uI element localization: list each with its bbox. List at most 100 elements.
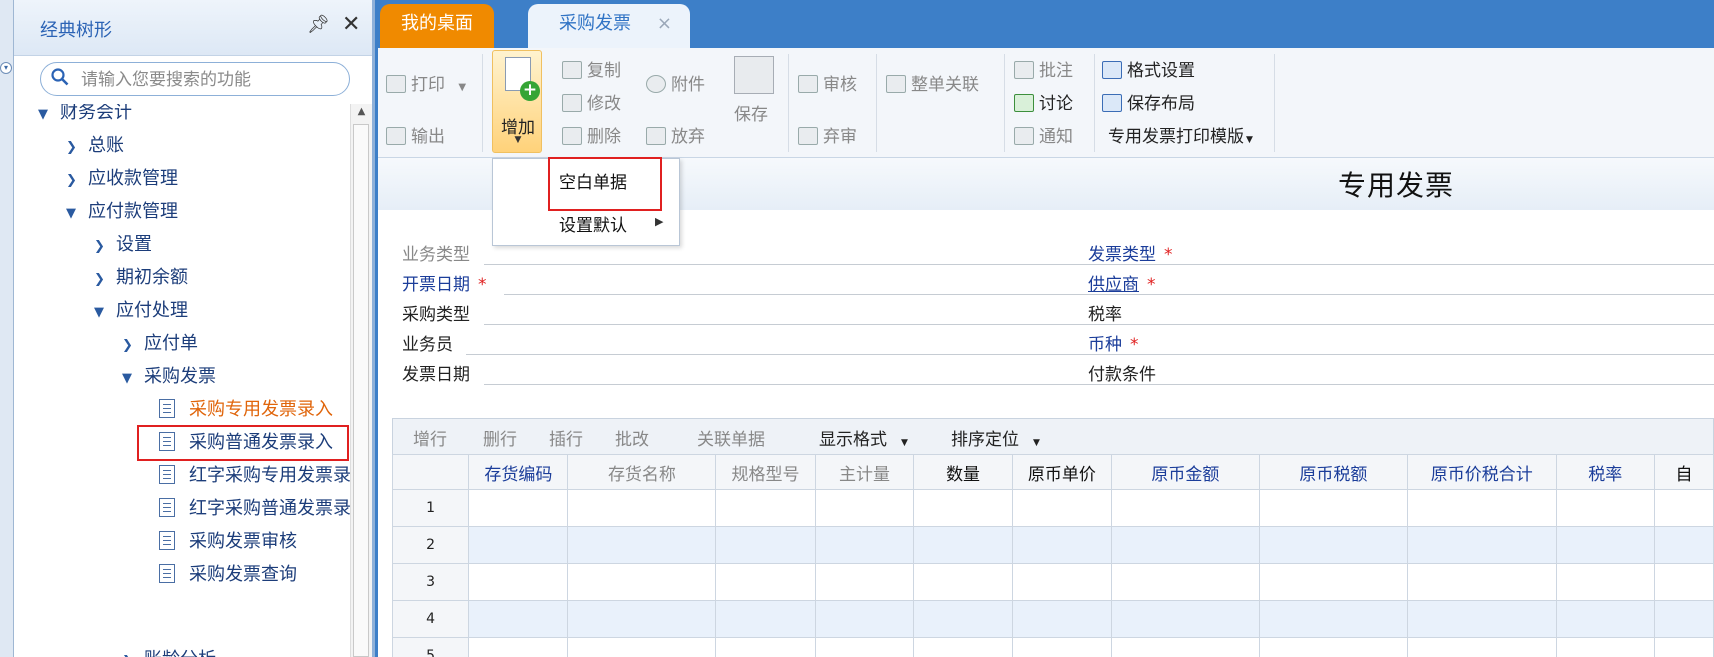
col-header-item-code[interactable]: 存货编码	[468, 454, 569, 490]
search-input[interactable]	[81, 68, 341, 92]
add-button[interactable]: + 增加 ▼	[492, 50, 542, 153]
table-cell[interactable]	[1258, 600, 1408, 638]
table-cell[interactable]	[567, 526, 717, 564]
copy-button[interactable]: 复制	[562, 56, 621, 81]
table-cell[interactable]	[1258, 526, 1408, 564]
table-cell[interactable]	[1110, 637, 1260, 657]
format-settings-button[interactable]: 格式设置	[1102, 56, 1195, 81]
print-template-select[interactable]: 专用发票打印模版 ▼	[1108, 122, 1253, 147]
col-header-item-name[interactable]: 存货名称	[567, 454, 717, 490]
table-cell[interactable]	[1406, 526, 1557, 564]
annotate-button[interactable]: 批注	[1014, 56, 1073, 81]
unaudit-button[interactable]: 弃审	[798, 122, 857, 147]
table-cell[interactable]	[913, 563, 1013, 601]
table-cell[interactable]	[715, 637, 816, 657]
sidebar-scrollbar[interactable]: ▲	[350, 104, 372, 657]
col-header-unit-price[interactable]: 原币单价	[1011, 454, 1112, 490]
print-button[interactable]: 打印 ▼	[386, 70, 466, 95]
table-cell[interactable]	[1011, 526, 1112, 564]
table-row[interactable]: 5	[391, 637, 1714, 657]
table-cell[interactable]	[1258, 637, 1408, 657]
tree-node-settings[interactable]: ❯ 设置	[94, 230, 152, 260]
table-cell[interactable]	[468, 600, 569, 638]
table-cell[interactable]	[814, 600, 915, 638]
table-cell[interactable]	[1110, 563, 1260, 601]
table-cell[interactable]	[1555, 600, 1655, 638]
table-cell[interactable]	[1653, 563, 1714, 601]
display-format-select[interactable]: 显示格式 ▼	[819, 425, 908, 450]
tree-node-receivables[interactable]: ❯ 应收款管理	[66, 164, 178, 194]
payment-terms-input[interactable]	[1170, 384, 1714, 385]
table-cell[interactable]	[468, 637, 569, 657]
tree-node-payable-processing[interactable]: ▼ 应付处理	[94, 296, 188, 326]
sort-locate-select[interactable]: 排序定位 ▼	[951, 425, 1040, 450]
attachment-button[interactable]: 附件	[646, 70, 705, 95]
tree-node-payables[interactable]: ▼ 应付款管理	[66, 197, 178, 227]
batch-modify-button[interactable]: 批改	[615, 425, 649, 450]
tree-leaf-red-special-invoice[interactable]: 红字采购专用发票录	[159, 461, 350, 491]
table-cell[interactable]	[1258, 563, 1408, 601]
col-header-more[interactable]: 自	[1653, 454, 1714, 490]
col-header-spec[interactable]: 规格型号	[715, 454, 816, 490]
table-row[interactable]: 3	[391, 563, 1714, 601]
col-header-unit[interactable]: 主计量	[814, 454, 915, 490]
table-cell[interactable]	[1406, 600, 1557, 638]
table-row[interactable]: 4	[391, 600, 1714, 638]
supplier-input[interactable]	[1174, 294, 1714, 295]
table-cell[interactable]	[1011, 637, 1112, 657]
table-cell[interactable]	[1653, 637, 1714, 657]
save-button[interactable]: 保存	[734, 100, 768, 125]
table-cell[interactable]	[913, 637, 1013, 657]
table-cell[interactable]	[1258, 489, 1408, 527]
table-cell[interactable]	[1653, 600, 1714, 638]
linked-bill-button[interactable]: 关联单据	[697, 425, 765, 450]
table-cell[interactable]	[1406, 637, 1557, 657]
invoice-type-input[interactable]	[1192, 264, 1714, 265]
table-cell[interactable]	[1555, 637, 1655, 657]
table-cell[interactable]	[715, 489, 816, 527]
table-cell[interactable]	[1011, 600, 1112, 638]
scroll-thumb[interactable]	[353, 124, 369, 657]
export-button[interactable]: 输出	[386, 122, 445, 147]
table-cell[interactable]	[715, 526, 816, 564]
delete-row-button[interactable]: 删行	[483, 425, 517, 450]
table-cell[interactable]	[468, 526, 569, 564]
table-cell[interactable]	[814, 526, 915, 564]
table-cell[interactable]	[567, 637, 717, 657]
table-cell[interactable]	[814, 489, 915, 527]
col-header-tax-rate[interactable]: 税率	[1555, 454, 1655, 490]
tree-node-payable-bill[interactable]: ❯ 应付单	[122, 329, 198, 359]
notify-button[interactable]: 通知	[1014, 122, 1073, 147]
table-cell[interactable]	[468, 489, 569, 527]
table-cell[interactable]	[567, 563, 717, 601]
tab-my-desktop[interactable]: 我的桌面	[380, 4, 494, 48]
table-cell[interactable]	[1653, 526, 1714, 564]
abandon-button[interactable]: 放弃	[646, 122, 705, 147]
collapse-sidebar-icon[interactable]: ▾	[0, 62, 12, 74]
table-row[interactable]: 1	[391, 489, 1714, 527]
table-cell[interactable]	[1110, 526, 1260, 564]
table-cell[interactable]	[1406, 563, 1557, 601]
tree-leaf-invoice-audit[interactable]: 采购发票审核	[159, 527, 297, 557]
link-whole-bill-button[interactable]: 整单关联	[886, 70, 979, 95]
tab-purchase-invoice[interactable]: 采购发票 ×	[528, 4, 690, 48]
table-cell[interactable]	[567, 489, 717, 527]
discuss-button[interactable]: 讨论	[1014, 89, 1073, 114]
table-cell[interactable]	[468, 563, 569, 601]
table-cell[interactable]	[814, 563, 915, 601]
tree-leaf-special-invoice-entry[interactable]: 采购专用发票录入	[159, 395, 333, 425]
audit-button[interactable]: 审核	[798, 70, 857, 95]
table-cell[interactable]	[913, 526, 1013, 564]
search-icon[interactable]	[51, 68, 69, 86]
table-cell[interactable]	[1555, 563, 1655, 601]
add-row-button[interactable]: 增行	[413, 425, 447, 450]
delete-button[interactable]: 删除	[562, 122, 621, 147]
tree-leaf-red-ordinary-invoice[interactable]: 红字采购普通发票录	[159, 494, 350, 524]
currency-input[interactable]	[1156, 354, 1714, 355]
tree-node-purchase-invoice[interactable]: ▼ 采购发票	[122, 362, 216, 392]
tree-node-finance[interactable]: ▼ 财务会计	[38, 104, 132, 128]
tree-node-opening-balance[interactable]: ❯ 期初余额	[94, 263, 188, 293]
pin-icon[interactable]: 📌︎	[307, 14, 330, 35]
tree-node-aging-analysis[interactable]: ❯账龄分析	[122, 645, 216, 657]
insert-row-button[interactable]: 插行	[549, 425, 583, 450]
